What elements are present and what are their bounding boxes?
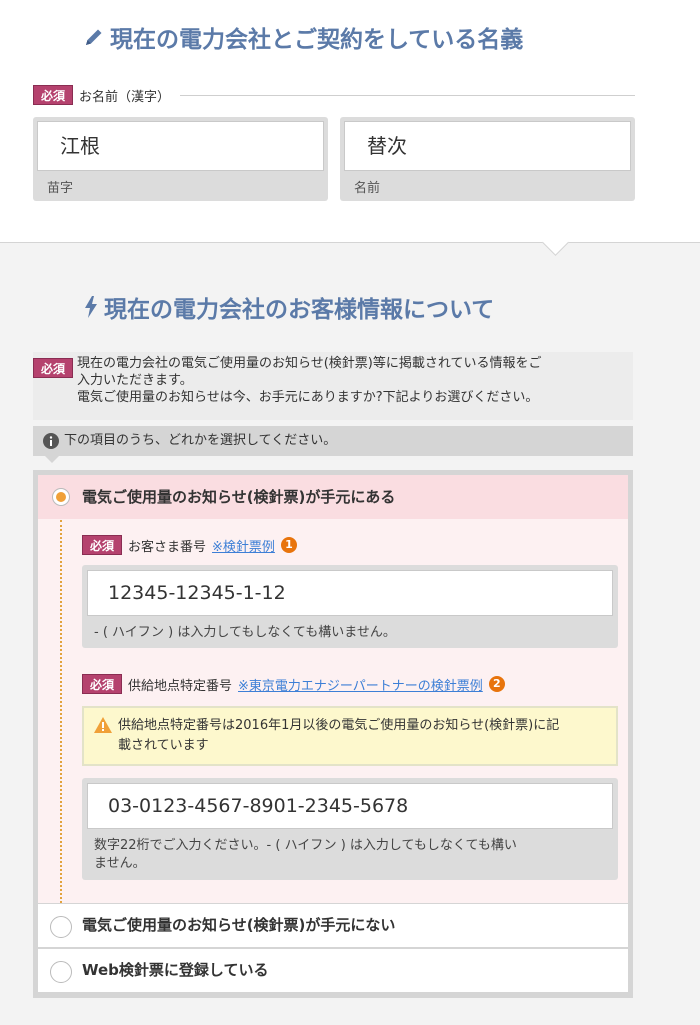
radio-no-bill[interactable] [50,916,72,938]
tepco-bill-example-link[interactable]: ※東京電力エナジーパートナーの検針票例 [238,675,483,694]
customer-number-group: 12345-12345-1-12 - ( ハイフン ) は入力してもしなくても構… [82,565,618,648]
info-bar: 下の項目のうち、どれかを選択してください。 [33,426,633,456]
warning-line: 供給地点特定番号は2016年1月以後の電気ご使用量のお知らせ(検針票)に記 [118,718,560,733]
info-pointer [45,456,59,463]
option-web-bill-label: Web検針票に登録している [82,961,269,979]
customer-number-input[interactable]: 12345-12345-1-12 [87,570,613,616]
pencil-icon [86,29,102,45]
customer-info-title: 現在の電力会社のお客様情報について [84,290,494,324]
supply-point-note: 数字22桁でご入力ください。- ( ハイフン ) は入力してもしなくても構い ま… [94,837,517,873]
required-badge: 必須 [82,535,122,555]
customer-number-label-row: 必須 お客さま番号 ※検針票例 1 [82,535,297,555]
divider [180,94,635,96]
option-no-bill[interactable]: 電気ご使用量のお知らせ(検針票)が手元にない [38,904,628,947]
description-text: 現在の電力会社の電気ご使用量のお知らせ(検針票)等に掲載されている情報をご 入力… [77,355,542,406]
contract-holder-title-text: 現在の電力会社とご契約をしている名義 [110,27,524,53]
option-web-bill[interactable]: Web検針票に登録している [38,949,628,992]
radio-has-bill[interactable] [52,488,70,506]
required-badge: 必須 [33,85,73,105]
name-label: お名前（漢字） [79,89,171,105]
customer-info-title-text: 現在の電力会社のお客様情報について [104,297,495,323]
required-description: 必須 現在の電力会社の電気ご使用量のお知らせ(検針票)等に掲載されている情報をご… [33,352,633,420]
option-no-bill-label: 電気ご使用量のお知らせ(検針票)が手元にない [82,916,396,934]
description-line: 電気ご使用量のお知らせは今、お手元にありますか?下記よりお選びください。 [77,390,539,405]
required-badge: 必須 [82,674,122,694]
customer-number-note: - ( ハイフン ) は入力してもしなくても構いません。 [94,625,396,640]
lightning-icon [85,296,97,318]
supply-point-label-row: 必須 供給地点特定番号 ※東京電力エナジーパートナーの検針票例 2 [82,674,505,694]
supply-point-note-line: 数字22桁でご入力ください。- ( ハイフン ) は入力してもしなくても構い [94,838,517,853]
customer-number-label: お客さま番号 [128,539,207,555]
marker-2: 2 [488,676,505,692]
warning-icon [94,717,112,733]
supply-point-label: 供給地点特定番号 [128,678,233,694]
last-name-group: 江根 苗字 [33,117,328,201]
last-name-input[interactable]: 江根 [37,121,324,171]
supply-point-input[interactable]: 03-0123-4567-8901-2345-5678 [87,783,613,829]
dotted-guide [60,520,62,903]
warning-text: 供給地点特定番号は2016年1月以後の電気ご使用量のお知らせ(検針票)に記 載さ… [118,716,606,756]
first-name-input[interactable]: 替次 [344,121,631,171]
first-name-caption: 名前 [354,181,381,196]
contract-holder-title: 現在の電力会社とご契約をしている名義 [84,20,523,54]
marker-1: 1 [280,537,297,553]
supply-point-warning: 供給地点特定番号は2016年1月以後の電気ご使用量のお知らせ(検針票)に記 載さ… [82,706,618,766]
required-badge: 必須 [33,358,73,378]
warning-line: 載されています [118,738,209,753]
last-name-caption: 苗字 [47,181,74,196]
description-line: 現在の電力会社の電気ご使用量のお知らせ(検針票)等に掲載されている情報をご [77,356,542,371]
first-name-group: 替次 名前 [340,117,635,201]
info-text: 下の項目のうち、どれかを選択してください。 [64,433,337,448]
contract-holder-section: 現在の電力会社とご契約をしている名義 必須 お名前（漢字） 江根 苗字 替次 名… [0,0,700,242]
name-label-row: 必須 お名前（漢字） [33,85,635,105]
supply-point-group: 03-0123-4567-8901-2345-5678 数字22桁でご入力くださ… [82,778,618,880]
description-line: 入力いただきます。 [77,373,193,388]
supply-point-note-line: ません。 [94,856,146,871]
bill-example-link[interactable]: ※検針票例 [212,536,275,555]
radio-web-bill[interactable] [50,961,72,983]
info-icon [43,433,59,449]
option-has-bill-label: 電気ご使用量のお知らせ(検針票)が手元にある [82,488,396,506]
option-has-bill-header[interactable]: 電気ご使用量のお知らせ(検針票)が手元にある [38,475,628,519]
